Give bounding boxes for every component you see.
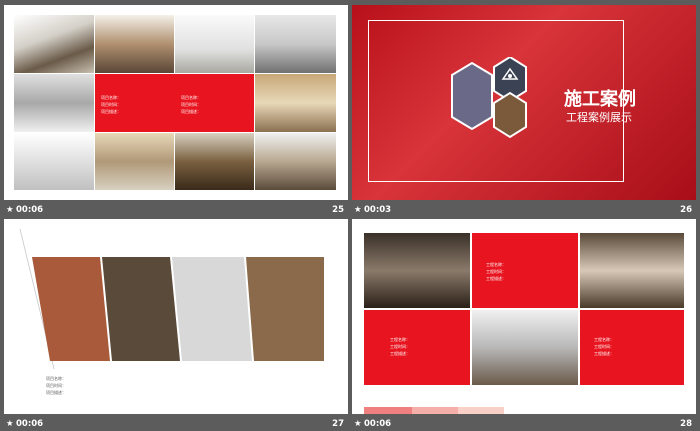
color-band — [458, 407, 504, 414]
slide-canvas: 项目名称： 项目时间： 项目描述： 项目名称： 项目时间： 项目描述： — [4, 5, 348, 200]
photo — [175, 133, 254, 190]
caption-panel: 工程名称： 工程时间： 工程描述： — [580, 310, 684, 385]
slide-thumbnail-28[interactable]: 工程名称： 工程时间： 工程描述： 工程名称： 工程时间： 工程描述： 工程名称… — [352, 219, 696, 431]
caption-text: 工程时间： — [390, 344, 410, 349]
photo — [14, 74, 94, 132]
star-icon: ★ — [354, 419, 362, 429]
caption-panel: 工程名称： 工程时间： 工程描述： — [364, 310, 470, 385]
photo — [580, 233, 684, 308]
slide-meta: ★ 00:06 25 — [4, 203, 348, 217]
color-band — [364, 407, 412, 414]
slide-title: 施工案例 — [564, 89, 636, 110]
slide-duration: 00:03 — [364, 205, 392, 215]
caption-text: 工程名称： — [390, 337, 410, 342]
slide-thumbnail-27[interactable]: 项目名称： 项目时间： 项目描述： ★ 00:06 27 — [4, 219, 348, 431]
caption-text: 工程描述： — [486, 276, 506, 281]
slide-number: 28 — [680, 419, 692, 429]
slide-canvas: 工程名称： 工程时间： 工程描述： 工程名称： 工程时间： 工程描述： 工程名称… — [352, 219, 696, 414]
caption-text: 工程时间： — [594, 344, 614, 349]
photo — [255, 74, 336, 132]
caption-panel: 工程名称： 工程时间： 工程描述： — [472, 233, 578, 308]
caption-text: 工程名称： — [486, 262, 506, 267]
slide-duration: 00:06 — [16, 205, 44, 215]
caption-text: 工程描述： — [594, 351, 614, 356]
photo — [95, 15, 174, 73]
slide-meta: ★ 00:03 26 — [352, 203, 696, 217]
star-icon: ★ — [354, 205, 362, 215]
slide-duration: 00:06 — [16, 419, 44, 429]
slide-canvas: 项目名称： 项目时间： 项目描述： — [4, 219, 348, 414]
slide-number: 27 — [332, 419, 344, 429]
caption-text: 项目名称： — [101, 95, 121, 100]
slide-duration: 00:06 — [364, 419, 392, 429]
slide-meta: ★ 00:06 27 — [4, 417, 348, 431]
crane-icon — [501, 67, 519, 80]
caption-text: 项目时间： — [101, 102, 121, 107]
star-icon: ★ — [6, 419, 14, 429]
caption-text: 项目描述： — [101, 109, 121, 114]
photo — [95, 133, 174, 190]
photo — [14, 133, 94, 190]
photo — [472, 310, 578, 385]
caption-text: 工程名称： — [594, 337, 614, 342]
caption-text: 项目时间： — [46, 383, 66, 388]
caption-panel: 项目名称： 项目时间： 项目描述： 项目名称： 项目时间： 项目描述： — [95, 74, 254, 132]
caption-text: 项目名称： — [181, 95, 201, 100]
slide-thumbnail-25[interactable]: 项目名称： 项目时间： 项目描述： 项目名称： 项目时间： 项目描述： ★ 00… — [4, 5, 348, 218]
photo — [14, 15, 94, 73]
caption-text: 项目名称： — [46, 376, 66, 381]
slide-number: 25 — [332, 205, 344, 215]
caption-text: 工程时间： — [486, 269, 506, 274]
photo — [175, 15, 254, 73]
caption-text: 项目时间： — [181, 102, 201, 107]
slide-canvas: 施工案例 工程案例展示 — [352, 5, 696, 200]
color-band — [412, 407, 458, 414]
caption-text: 工程描述： — [390, 351, 410, 356]
slide-meta: ★ 00:06 28 — [352, 417, 696, 431]
slide-subtitle: 工程案例展示 — [566, 111, 632, 124]
photo — [255, 15, 336, 73]
hexagon-photo-group — [451, 57, 527, 139]
slide-number: 26 — [680, 205, 692, 215]
star-icon: ★ — [6, 205, 14, 215]
photo — [364, 233, 470, 308]
photo — [255, 133, 336, 190]
caption-text: 项目描述： — [46, 390, 66, 395]
caption-text: 项目描述： — [181, 109, 201, 114]
slide-thumbnail-26[interactable]: 施工案例 工程案例展示 ★ 00:03 26 — [352, 5, 696, 218]
